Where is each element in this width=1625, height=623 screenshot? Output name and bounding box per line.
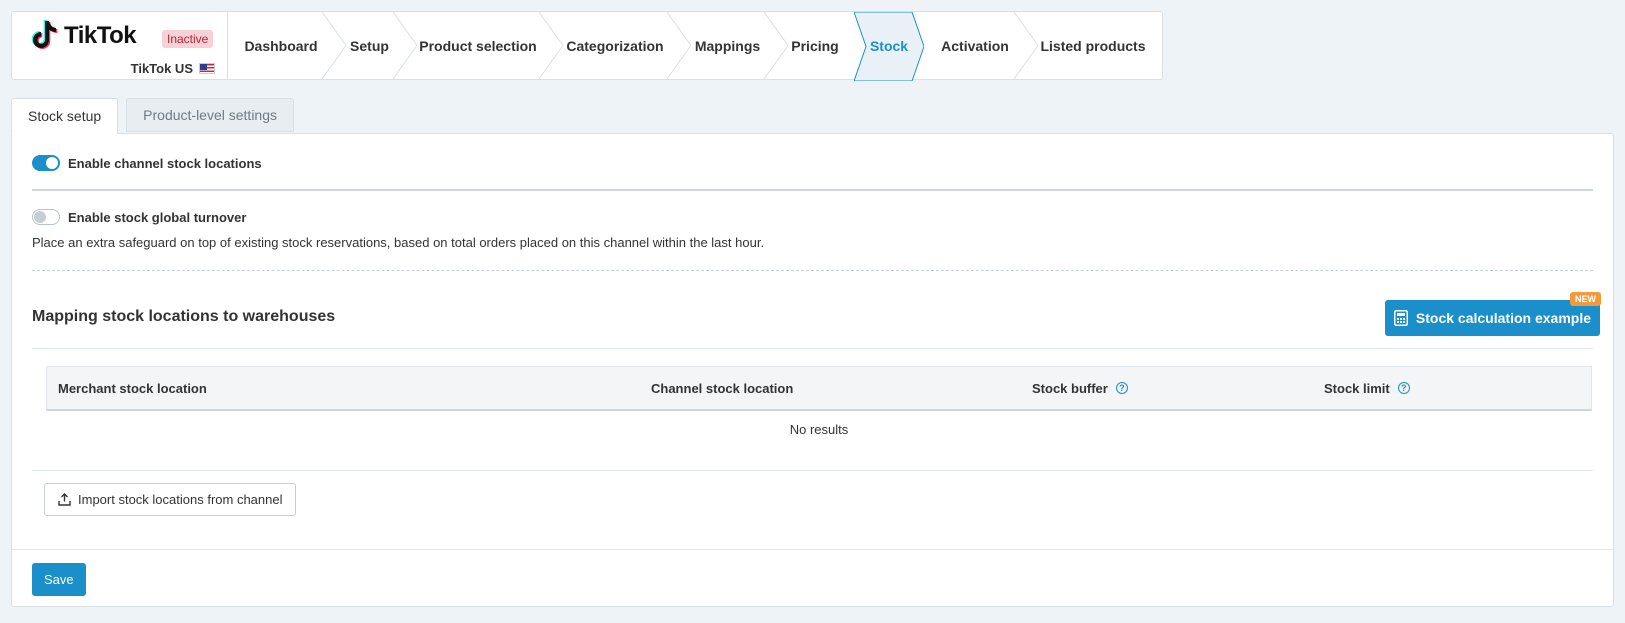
step-label: Mappings — [694, 37, 761, 54]
stock-calculation-example-button[interactable]: Stock calculation example NEW — [1384, 292, 1601, 336]
section-divider — [32, 348, 1593, 349]
column-label: Channel stock location — [651, 380, 794, 396]
column-channel-stock-location: Channel stock location — [651, 381, 793, 396]
channel-identity: TikTok Inactive TikTok US — [12, 12, 228, 79]
column-stock-buffer: Stock buffer ? — [1032, 381, 1128, 396]
step-label: Setup — [350, 37, 389, 54]
channel-stock-locations-label: Enable channel stock locations — [68, 155, 262, 171]
step-label: Stock — [869, 37, 909, 54]
step-stock[interactable]: Stock — [854, 12, 924, 81]
status-badge: Inactive — [162, 30, 214, 48]
column-label: Merchant stock location — [58, 380, 207, 396]
upload-icon — [58, 493, 71, 506]
channel-name: TikTok US — [131, 61, 215, 76]
mapping-section-title: Mapping stock locations to warehouses — [32, 308, 336, 325]
channel-stock-locations-row: Enable channel stock locations — [32, 155, 262, 171]
import-stock-locations-label: Import stock locations from channel — [78, 492, 283, 507]
help-icon[interactable]: ? — [1115, 382, 1128, 394]
column-label: Stock limit — [1324, 380, 1390, 396]
footer-divider — [12, 549, 1613, 550]
step-label: Dashboard — [244, 37, 318, 54]
new-badge: NEW — [1570, 292, 1601, 306]
column-label: Stock buffer — [1032, 380, 1108, 396]
step-activation[interactable]: Activation — [924, 12, 1038, 79]
channel-header: TikTok Inactive TikTok US Dashboard Setu… — [11, 11, 1163, 81]
tiktok-logo: TikTok — [28, 19, 137, 53]
toggle-knob — [46, 157, 58, 169]
step-dashboard[interactable]: Dashboard — [228, 12, 346, 79]
table-bottom-divider — [32, 470, 1593, 471]
toggle-knob — [34, 211, 46, 223]
channel-stock-locations-toggle[interactable] — [32, 155, 60, 171]
step-label: Pricing — [791, 37, 839, 54]
us-flag-icon — [199, 63, 215, 74]
step-product-selection[interactable]: Product selection — [405, 12, 563, 79]
step-navigation: Dashboard Setup Product selection Catego… — [228, 12, 1162, 81]
global-turnover-toggle[interactable] — [32, 209, 60, 225]
tiktok-icon — [31, 20, 58, 49]
tab-product-level-settings[interactable]: Product-level settings — [126, 98, 294, 132]
table-header: Merchant stock location Channel stock lo… — [46, 366, 1592, 411]
channel-name-label: TikTok US — [130, 61, 193, 76]
stock-calculation-label: Stock calculation example — [1415, 310, 1591, 326]
settings-tabs: Stock setup Product-level settings — [11, 98, 302, 134]
global-turnover-description: Place an extra safeguard on top of exist… — [32, 235, 765, 250]
global-turnover-row: Enable stock global turnover — [32, 209, 246, 225]
step-listed-products[interactable]: Listed products — [1026, 12, 1160, 79]
help-icon[interactable]: ? — [1397, 382, 1410, 394]
step-label: Product selection — [419, 37, 537, 54]
stock-locations-table: Merchant stock location Channel stock lo… — [46, 366, 1592, 437]
import-stock-locations-button[interactable]: Import stock locations from channel — [44, 483, 297, 516]
column-stock-limit: Stock limit ? — [1324, 381, 1410, 396]
tab-stock-setup[interactable]: Stock setup — [11, 98, 119, 134]
global-turnover-label: Enable stock global turnover — [68, 209, 247, 225]
column-merchant-stock-location: Merchant stock location — [58, 381, 207, 396]
step-label: Activation — [941, 37, 1009, 54]
section-divider — [32, 189, 1593, 191]
logo-wordmark: TikTok — [64, 22, 137, 49]
step-pricing[interactable]: Pricing — [776, 12, 854, 79]
stock-setup-panel: Enable channel stock locations Enable st… — [11, 133, 1614, 607]
step-categorization[interactable]: Categorization — [551, 12, 691, 79]
step-label: Listed products — [1040, 37, 1146, 54]
save-button[interactable]: Save — [32, 563, 86, 596]
empty-state: No results — [789, 422, 849, 437]
step-mappings[interactable]: Mappings — [679, 12, 788, 79]
step-label: Categorization — [566, 37, 664, 54]
dashed-divider — [32, 270, 1593, 271]
calculator-icon — [1393, 310, 1408, 326]
step-setup[interactable]: Setup — [334, 12, 417, 79]
